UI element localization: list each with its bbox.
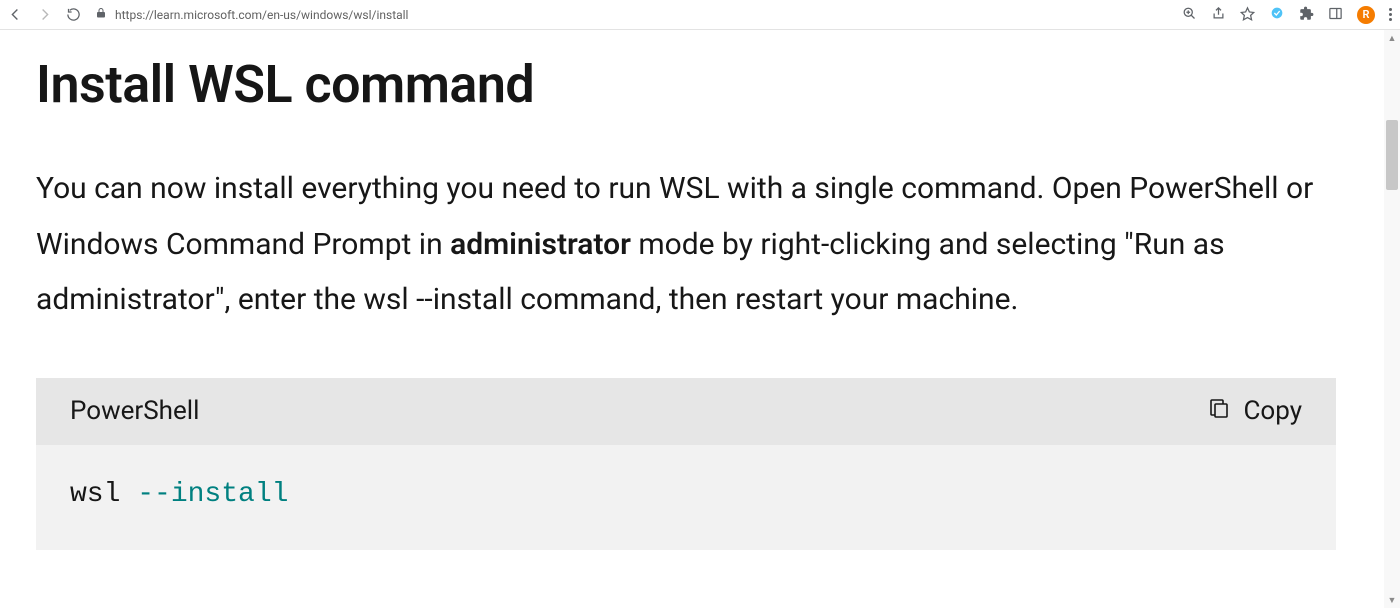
para-text-strong: administrator — [450, 227, 631, 262]
extension-icon-1[interactable] — [1269, 5, 1285, 24]
page-heading: Install WSL command — [36, 54, 1348, 115]
menu-button[interactable] — [1389, 8, 1392, 21]
toolbar-right: R — [1182, 5, 1392, 24]
share-icon[interactable] — [1211, 6, 1226, 24]
lock-icon — [95, 7, 107, 22]
scroll-up-button[interactable]: ▲ — [1384, 30, 1400, 46]
browser-toolbar: https://learn.microsoft.com/en-us/window… — [0, 0, 1400, 30]
nav-buttons — [8, 7, 81, 22]
profile-avatar[interactable]: R — [1357, 6, 1375, 24]
extensions-icon[interactable] — [1299, 6, 1314, 24]
page-content: Install WSL command You can now install … — [0, 30, 1384, 550]
back-button[interactable] — [8, 7, 23, 22]
code-body[interactable]: wsl --install — [36, 445, 1336, 550]
url-text: https://learn.microsoft.com/en-us/window… — [115, 8, 408, 22]
scroll-thumb[interactable] — [1386, 120, 1398, 190]
page-scrollbar[interactable]: ▲ ▼ — [1384, 30, 1400, 608]
forward-button[interactable] — [37, 7, 52, 22]
intro-paragraph: You can now install everything you need … — [36, 161, 1326, 328]
scroll-down-button[interactable]: ▼ — [1384, 592, 1400, 608]
code-block: PowerShell Copy wsl --install — [36, 378, 1336, 550]
bookmark-star-icon[interactable] — [1240, 6, 1255, 24]
address-bar[interactable]: https://learn.microsoft.com/en-us/window… — [95, 7, 1168, 22]
code-flag: --install — [137, 479, 288, 510]
code-language-label: PowerShell — [70, 396, 199, 426]
reload-button[interactable] — [66, 7, 81, 22]
copy-button[interactable]: Copy — [1207, 396, 1302, 427]
code-cmd: wsl — [70, 479, 137, 510]
copy-icon — [1207, 396, 1231, 427]
code-header: PowerShell Copy — [36, 378, 1336, 445]
panel-icon[interactable] — [1328, 6, 1343, 24]
copy-label: Copy — [1243, 396, 1302, 426]
zoom-icon[interactable] — [1182, 6, 1197, 24]
